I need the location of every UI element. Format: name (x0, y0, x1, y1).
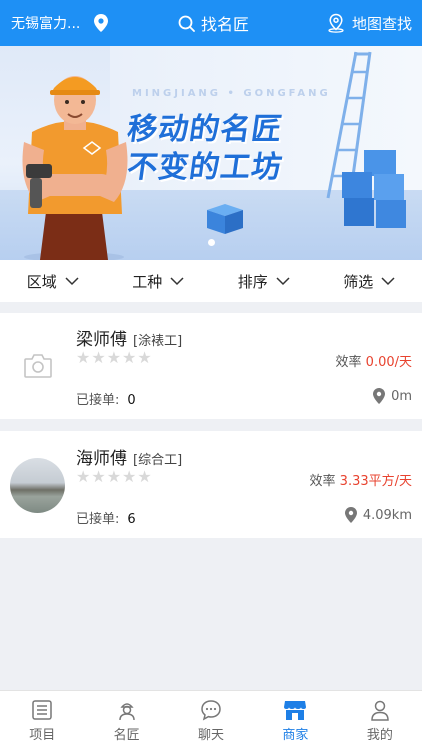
efficiency-label: 效率 (335, 355, 362, 370)
chevron-down-icon (276, 276, 290, 285)
location-text: 无锡富力... (11, 16, 81, 32)
efficiency: 效率 0.00/天 (336, 351, 412, 370)
nav-label: 我的 (366, 727, 393, 743)
nav-label: 商家 (282, 727, 309, 743)
worker-name-text: 梁师傅 (76, 330, 127, 350)
star-icon: ★ (106, 348, 122, 367)
chat-icon (201, 699, 221, 720)
worker-icon (118, 702, 135, 720)
filter-sort-label: 排序 (237, 272, 268, 291)
star-icon: ★ (137, 467, 152, 486)
filter-region[interactable]: 区域 (0, 260, 106, 302)
orders-label: 已接单: (76, 512, 120, 527)
distance: 0m (373, 388, 412, 404)
carousel-indicator[interactable] (0, 231, 422, 250)
efficiency-value: 3.33平方/天 (339, 474, 412, 489)
nav-label: 聊天 (198, 727, 225, 743)
orders-value: 6 (127, 512, 136, 527)
star-icon: ★ (76, 348, 91, 367)
star-icon: ★ (91, 348, 106, 367)
worker-card[interactable]: 梁师傅 [涂裱工] ★ ★ ★ ★ ★ 效率 0.00/天 已接单: 0 0m (0, 313, 422, 419)
shop-icon (284, 700, 307, 720)
orders-label: 已接单: (76, 393, 120, 408)
efficiency-value: 0.00/天 (365, 355, 412, 370)
map-search-label: 地图查找 (351, 14, 412, 33)
filter-trade[interactable]: 工种 (106, 260, 212, 302)
star-icon: ★ (122, 348, 137, 367)
map-pin-icon (328, 13, 344, 33)
chevron-down-icon (381, 276, 395, 285)
avatar (10, 458, 65, 513)
location-selector[interactable]: 无锡富力... (11, 0, 109, 46)
nav-item-mine[interactable]: 我的 (338, 691, 422, 750)
chevron-down-icon (65, 276, 79, 285)
worker-name: 梁师傅 [涂裱工] (76, 325, 182, 350)
promo-banner[interactable]: MINGJIANG • GONGFANG 移动的名匠 不变的工坊 (0, 46, 422, 260)
carousel-dot[interactable] (207, 239, 215, 246)
worker-name-text: 海师傅 (76, 449, 127, 469)
filter-region-label: 区域 (26, 272, 57, 291)
search-label: 找名匠 (201, 15, 250, 34)
star-icon: ★ (76, 467, 91, 486)
nav-item-chat[interactable]: 聊天 (169, 691, 253, 750)
star-icon: ★ (106, 467, 122, 486)
search-icon (178, 15, 195, 32)
efficiency: 效率 3.33平方/天 (310, 470, 412, 489)
orders-count: 已接单: 0 (76, 389, 136, 408)
distance-value: 0m (391, 388, 412, 404)
top-bar: 无锡富力... 找名匠 地图查找 (0, 0, 422, 46)
boxes-illustration (342, 150, 406, 228)
filter-screen[interactable]: 筛选 (317, 260, 422, 302)
location-pin-icon (373, 388, 386, 404)
location-pin-icon (94, 14, 109, 32)
camera-placeholder-icon (23, 353, 52, 378)
filter-sort[interactable]: 排序 (211, 260, 317, 302)
rating-stars: ★ ★ ★ ★ ★ (76, 469, 153, 485)
nav-label: 名匠 (113, 727, 140, 743)
distance: 4.09km (344, 507, 412, 523)
list-icon (32, 699, 52, 720)
find-craftsman-search[interactable]: 找名匠 (178, 0, 249, 46)
bottom-nav: 项目 名匠 聊天 商家 我的 (0, 690, 422, 750)
filter-trade-label: 工种 (132, 272, 163, 291)
orders-count: 已接单: 6 (76, 508, 136, 527)
worker-trade-tag: [涂裱工] (133, 334, 183, 349)
star-icon: ★ (91, 467, 106, 486)
map-search-button[interactable]: 地图查找 (326, 0, 412, 46)
chevron-down-icon (170, 276, 184, 285)
filter-bar: 区域 工种 排序 筛选 (0, 260, 422, 302)
orders-value: 0 (127, 393, 136, 408)
location-pin-icon (344, 507, 357, 523)
banner-english-text: MINGJIANG • GONGFANG (132, 88, 331, 99)
worker-card[interactable]: 海师傅 [综合工] ★ ★ ★ ★ ★ 效率 3.33平方/天 已接单: 6 4.09km (0, 431, 422, 538)
nav-item-craftsmen[interactable]: 名匠 (84, 691, 168, 750)
star-icon: ★ (137, 348, 152, 367)
banner-headline-2: 不变的工坊 (125, 150, 285, 185)
star-icon: ★ (122, 467, 137, 486)
efficiency-label: 效率 (309, 474, 336, 489)
distance-value: 4.09km (362, 507, 412, 523)
filter-screen-label: 筛选 (343, 272, 374, 291)
user-icon (371, 700, 389, 721)
nav-item-merchants[interactable]: 商家 (253, 691, 337, 750)
rating-stars: ★ ★ ★ ★ ★ (76, 350, 153, 366)
avatar (10, 338, 65, 393)
nav-item-projects[interactable]: 项目 (0, 691, 84, 750)
worker-trade-tag: [综合工] (133, 453, 183, 468)
worker-name: 海师傅 [综合工] (76, 444, 182, 469)
nav-label: 项目 (29, 727, 56, 743)
